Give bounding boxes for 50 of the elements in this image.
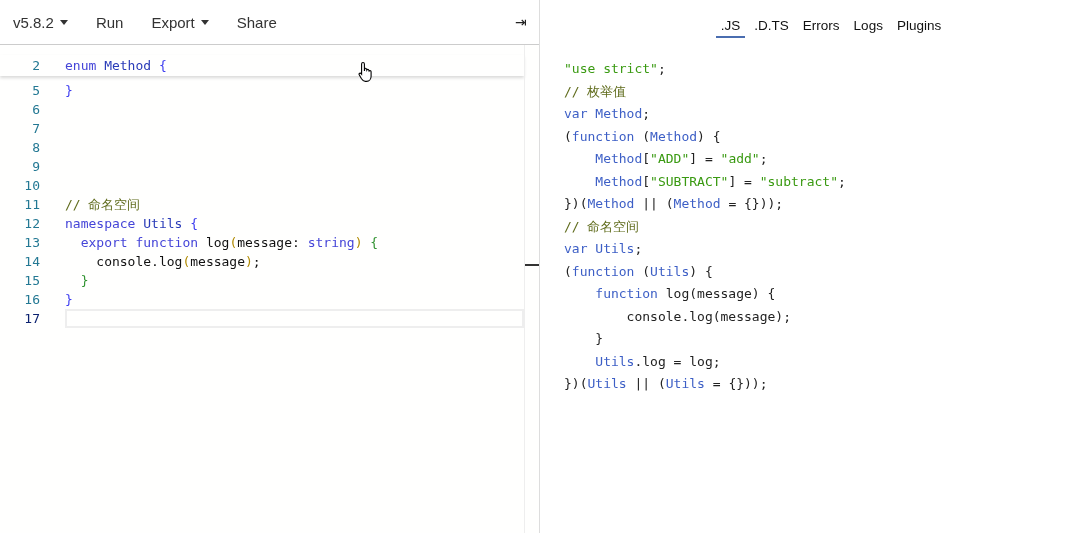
- code-line: console.log(message);: [625, 307, 791, 326]
- code-line: }: [65, 83, 73, 98]
- toolbar-button[interactable]: Run: [88, 9, 131, 35]
- line-number: 16: [23, 292, 40, 307]
- line-number: 17: [23, 311, 40, 326]
- code-line: })(Utils || (Utils = {}));: [564, 375, 768, 393]
- code-line: var Utils;: [564, 240, 643, 258]
- code-line: (function (Method) {: [564, 127, 721, 146]
- output-tab[interactable]: .D.TS: [749, 14, 794, 38]
- code-line: Method["SUBTRACT"] = "subtract";: [594, 172, 846, 191]
- code-line: (function (Utils) {: [564, 262, 713, 281]
- code-line: function log(message) {: [594, 285, 776, 303]
- code-line: })(Method || (Method = {}));: [564, 195, 784, 213]
- output-tab[interactable]: Plugins: [891, 14, 947, 38]
- code-line: "use strict";: [564, 60, 666, 78]
- line-number: 13: [23, 235, 40, 250]
- line-number: 5: [31, 83, 40, 98]
- line-number: 11: [23, 197, 40, 212]
- toolbar-button[interactable]: v5.8.2: [6, 9, 75, 35]
- line-number: 7: [31, 121, 40, 136]
- code-line: Method["ADD"] = "add";: [594, 150, 768, 168]
- code-line: }: [594, 330, 604, 348]
- line-number: 12: [23, 216, 40, 231]
- caret-icon: [59, 19, 68, 25]
- collapse-button[interactable]: ⇥: [511, 12, 531, 32]
- code-line: }: [79, 273, 89, 288]
- code-line: // 命名空间: [65, 195, 141, 214]
- line-number: 6: [31, 102, 40, 117]
- code-line: enum Method {: [65, 58, 167, 73]
- code-line: var Method;: [564, 105, 651, 123]
- toolbar-button[interactable]: Share: [229, 9, 284, 35]
- code-line: }: [65, 292, 73, 307]
- output-tab[interactable]: .JS: [715, 14, 746, 38]
- output-tab[interactable]: Logs: [848, 14, 888, 38]
- code-line: export function log(message: string) {: [79, 235, 379, 250]
- code-line: // 枚举值: [564, 82, 627, 101]
- line-number: 9: [31, 159, 40, 174]
- line-number: 15: [23, 273, 40, 288]
- code-line: namespace Utils {: [65, 216, 199, 231]
- toolbar-button[interactable]: Export: [144, 9, 216, 35]
- line-number: 8: [31, 140, 40, 155]
- line-number: 2: [31, 58, 40, 73]
- output-tab[interactable]: Errors: [797, 14, 845, 38]
- code-line: console.log(message);: [95, 254, 261, 269]
- caret-icon: [200, 19, 209, 25]
- code-line: Utils.log = log;: [594, 352, 721, 371]
- code-line: // 命名空间: [564, 217, 640, 236]
- hand-cursor-icon: [358, 61, 374, 83]
- line-number: 14: [23, 254, 40, 269]
- line-number: 10: [23, 178, 40, 193]
